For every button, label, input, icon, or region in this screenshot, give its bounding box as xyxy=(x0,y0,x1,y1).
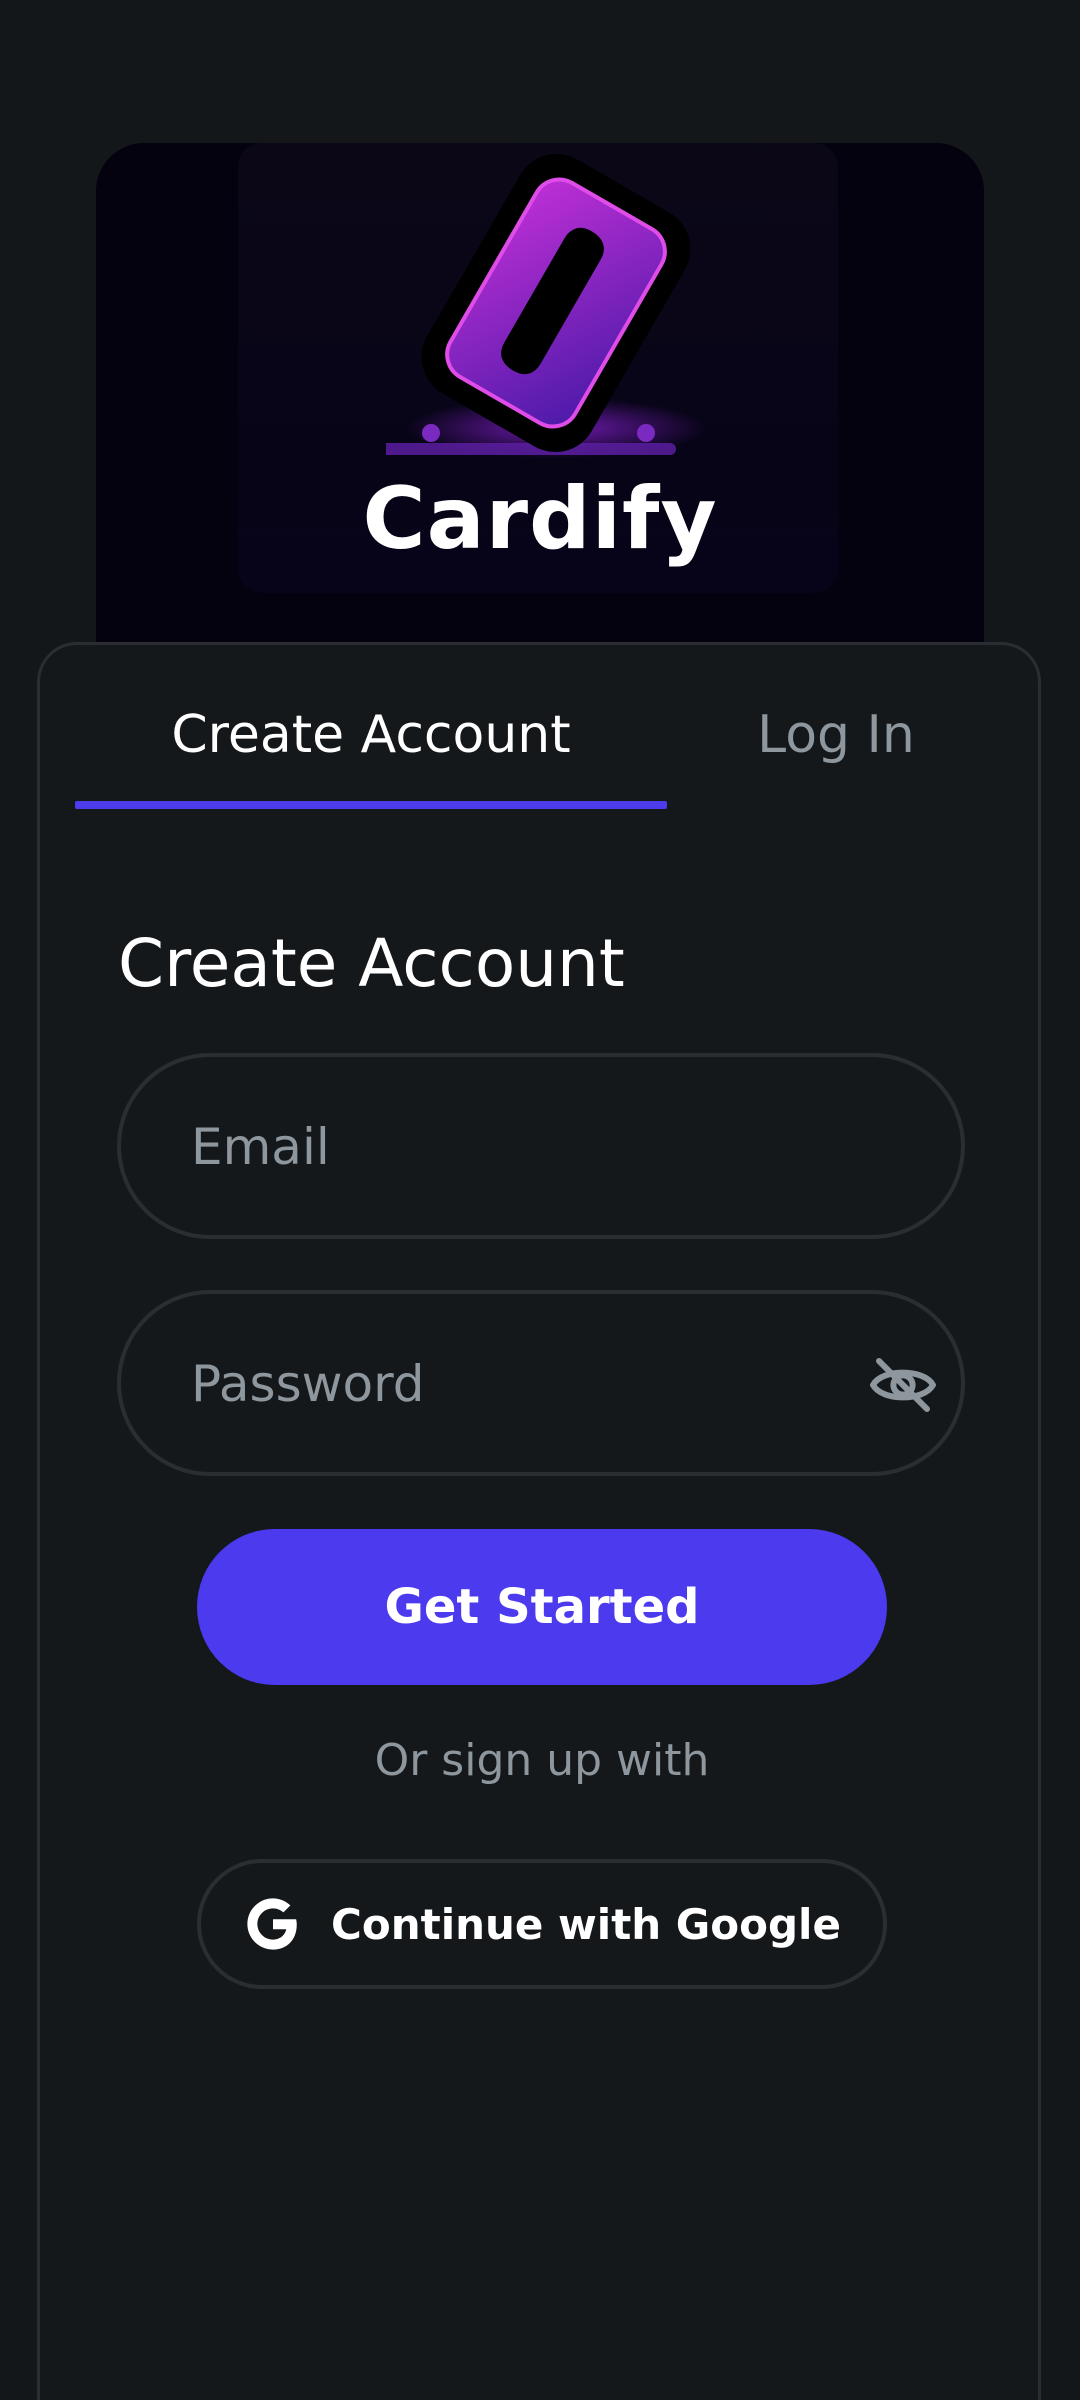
cardify-logo-icon xyxy=(386,153,706,458)
google-button-label: Continue with Google xyxy=(331,1899,841,1949)
hero-banner: Cardify xyxy=(96,143,984,663)
active-tab-indicator xyxy=(75,801,667,809)
email-field-wrapper xyxy=(117,1053,965,1239)
brand-name: Cardify xyxy=(362,469,718,569)
continue-with-google-button[interactable]: Continue with Google xyxy=(197,1859,887,1989)
tab-create-account[interactable]: Create Account xyxy=(75,705,667,815)
signup-screen: Cardify Create Account Log In Create Acc… xyxy=(0,0,1080,2400)
eye-off-icon[interactable] xyxy=(867,1349,939,1421)
alt-signup-text: Or sign up with xyxy=(374,1735,710,1786)
google-icon xyxy=(247,1898,297,1950)
auth-card: Create Account Log In Create Account Get… xyxy=(37,642,1041,2400)
auth-tabs: Create Account Log In xyxy=(75,705,1005,815)
password-input[interactable] xyxy=(189,1294,833,1474)
email-input[interactable] xyxy=(189,1057,833,1237)
password-field-wrapper xyxy=(117,1290,965,1476)
form-title: Create Account xyxy=(118,925,625,1002)
get-started-button[interactable]: Get Started xyxy=(197,1529,887,1685)
tab-log-in[interactable]: Log In xyxy=(667,705,1005,815)
